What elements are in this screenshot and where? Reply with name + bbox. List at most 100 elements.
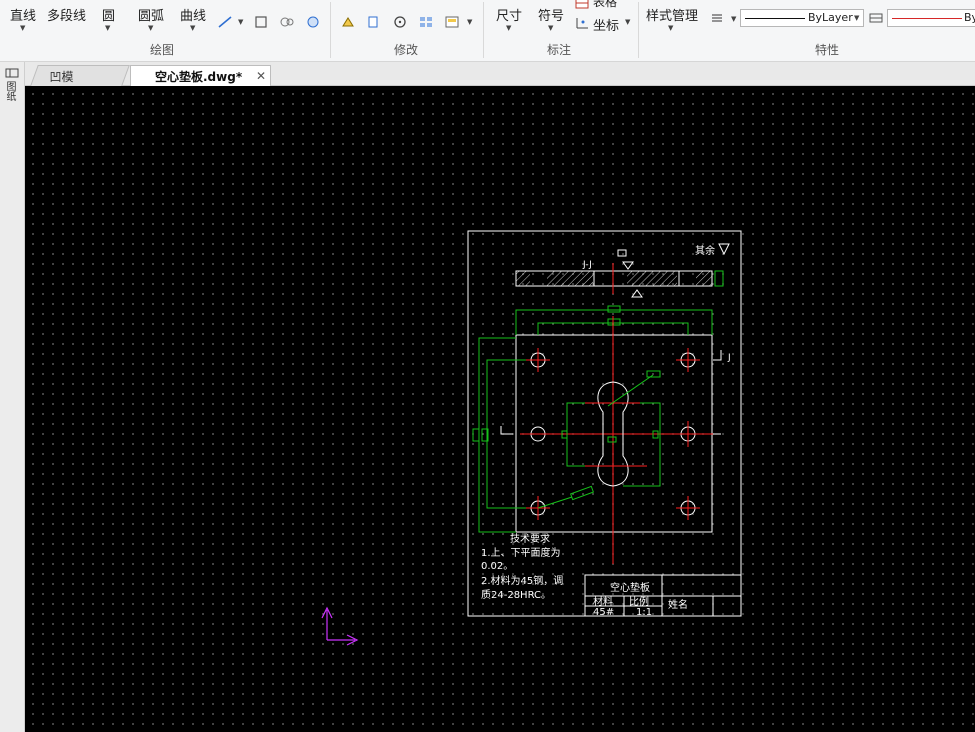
section-hatch	[516, 271, 530, 286]
line-button[interactable]: 直线	[10, 5, 36, 24]
construction-dropdown-icon[interactable]: ▼	[238, 18, 243, 26]
title-block: 空心垫板 材料 45# 比例 1:1 姓名	[584, 574, 742, 618]
ribbon: 直线 ▼ 多段线 圆 ▼ 圆弧 ▼ 曲线 ▼ ▼ 绘图 ▼ 修改 尺寸 ▼ 符号…	[0, 0, 975, 62]
polyline-button[interactable]: 多段线	[47, 5, 86, 24]
rectangle-icon[interactable]	[253, 15, 269, 29]
drawing-panel-label: 图纸	[4, 81, 15, 101]
tech-req-line-2: 0.02。	[481, 561, 513, 572]
tab-die-plate[interactable]: 凹模板.dwg	[30, 65, 130, 101]
dimension-text-box	[646, 370, 661, 378]
material-value: 45#	[593, 607, 614, 618]
panel-icon	[5, 68, 19, 78]
arc-dropdown-icon[interactable]: ▼	[148, 24, 153, 32]
tech-req-line-1: 1.上、下平面度为	[481, 546, 561, 559]
dimension-dropdown-icon[interactable]: ▼	[506, 24, 511, 32]
group-divider	[638, 2, 639, 58]
drawing-sheet: J-J 其余 J 技术要求 1.上、下平面度为 0.02。 2.材料为45钢，调…	[321, 230, 742, 646]
style-manager-dropdown-icon[interactable]: ▼	[668, 24, 673, 32]
color-swatch-icon[interactable]	[868, 11, 884, 25]
line-dropdown-icon[interactable]: ▼	[20, 24, 25, 32]
plan-view: J	[472, 305, 731, 564]
modify-group-label: 修改	[394, 43, 419, 57]
properties-group-label: 特性	[815, 43, 840, 57]
rotate-icon[interactable]	[392, 15, 408, 29]
section-view: J-J	[515, 249, 724, 298]
height-dimension	[478, 337, 516, 533]
left-side-panel-strip: 图纸	[0, 62, 25, 732]
section-label: J-J	[582, 260, 592, 270]
section-hatch	[696, 271, 712, 286]
group-divider	[483, 2, 484, 58]
leader-line	[607, 374, 654, 407]
section-hatch	[627, 271, 677, 286]
properties-edit-icon[interactable]	[444, 15, 460, 29]
dimension-text-box	[607, 305, 621, 313]
draw-group-label: 绘图	[150, 43, 175, 57]
tab-label: 空心垫板.dwg*	[155, 70, 243, 84]
lineweight-dropdown-icon[interactable]: ▼	[731, 15, 736, 23]
technical-requirements: 技术要求 1.上、下平面度为 0.02。 2.材料为45钢，调 质24-28HR…	[481, 532, 563, 601]
flatness-box	[617, 249, 627, 257]
scale-value: 1:1	[636, 607, 652, 618]
circle-button[interactable]: 圆	[102, 5, 115, 24]
arc-button[interactable]: 圆弧	[138, 5, 164, 24]
name-label: 姓名	[668, 598, 688, 611]
color-value: By	[964, 11, 975, 24]
tech-req-line-4: 质24-28HRC。	[481, 589, 551, 601]
datum-triangle-icon	[631, 289, 643, 298]
curve-button[interactable]: 曲线	[180, 5, 206, 24]
style-manager-button[interactable]: 样式管理	[646, 5, 698, 24]
lineweight-icon[interactable]	[709, 11, 725, 25]
circle-dropdown-icon[interactable]: ▼	[105, 24, 110, 32]
copy-icon[interactable]	[366, 15, 382, 29]
group-divider	[330, 2, 331, 58]
coordinate-button[interactable]: 坐标	[593, 15, 619, 34]
construction-line-icon[interactable]	[217, 15, 233, 29]
color-preview	[892, 18, 962, 19]
part-name: 空心垫板	[610, 581, 650, 594]
close-tab-icon[interactable]: ✕	[256, 69, 266, 83]
cutout-dimension	[623, 402, 661, 487]
tech-req-line-3: 2.材料为45钢，调	[481, 574, 563, 587]
section-hatch	[547, 271, 593, 286]
dimension-button[interactable]: 尺寸	[496, 5, 522, 24]
tech-req-title: 技术要求	[510, 532, 550, 545]
move-icon[interactable]	[340, 15, 356, 29]
roughness-symbol-icon	[718, 243, 730, 256]
section-marker	[500, 426, 513, 435]
array-icon[interactable]	[418, 15, 434, 29]
section-outline	[515, 270, 713, 287]
modify-dropdown-icon[interactable]: ▼	[467, 18, 472, 26]
color-select[interactable]: By	[887, 9, 975, 27]
linetype-value: ByLayer	[808, 11, 853, 24]
coordinate-icon[interactable]	[574, 16, 590, 30]
linetype-preview	[745, 18, 805, 19]
datum-triangle-icon	[622, 261, 634, 270]
dimension-text-box	[607, 436, 617, 443]
annotate-group-label: 标注	[547, 43, 572, 57]
symbol-button[interactable]: 符号	[538, 5, 564, 24]
hatch-icon[interactable]	[279, 15, 295, 29]
tab-hollow-backing-plate[interactable]: 空心垫板.dwg* ✕	[130, 65, 271, 86]
leader-line	[537, 496, 573, 509]
curve-dropdown-icon[interactable]: ▼	[190, 24, 195, 32]
drawing-canvas[interactable]: J-J 其余 J 技术要求 1.上、下平面度为 0.02。 2.材料为45钢，调…	[25, 86, 975, 732]
thickness-dimension	[714, 270, 724, 287]
cad-application-window: 直线 ▼ 多段线 圆 ▼ 圆弧 ▼ 曲线 ▼ ▼ 绘图 ▼ 修改 尺寸 ▼ 符号…	[0, 0, 975, 732]
coordinate-dropdown-icon[interactable]: ▼	[625, 18, 630, 26]
linetype-select[interactable]: ByLayer ▼	[740, 9, 864, 27]
symbol-dropdown-icon[interactable]: ▼	[548, 24, 553, 32]
region-icon[interactable]	[305, 15, 321, 29]
table-icon[interactable]	[574, 0, 590, 9]
roughness-note: 其余	[695, 244, 715, 257]
dimension-text-box	[607, 318, 621, 326]
drawing-panel-toggle[interactable]: 图纸	[4, 68, 20, 101]
ucs-axis-icon	[321, 606, 359, 646]
linetype-dropdown-icon: ▼	[854, 14, 860, 22]
dimension-text-box	[472, 428, 480, 442]
dimension-text-box	[569, 485, 595, 501]
section-marker-label: J	[727, 353, 731, 363]
section-marker	[713, 350, 722, 435]
table-button[interactable]: 表格	[593, 0, 617, 10]
document-tab-bar: 凹模板.dwg 空心垫板.dwg* ✕	[0, 62, 975, 101]
